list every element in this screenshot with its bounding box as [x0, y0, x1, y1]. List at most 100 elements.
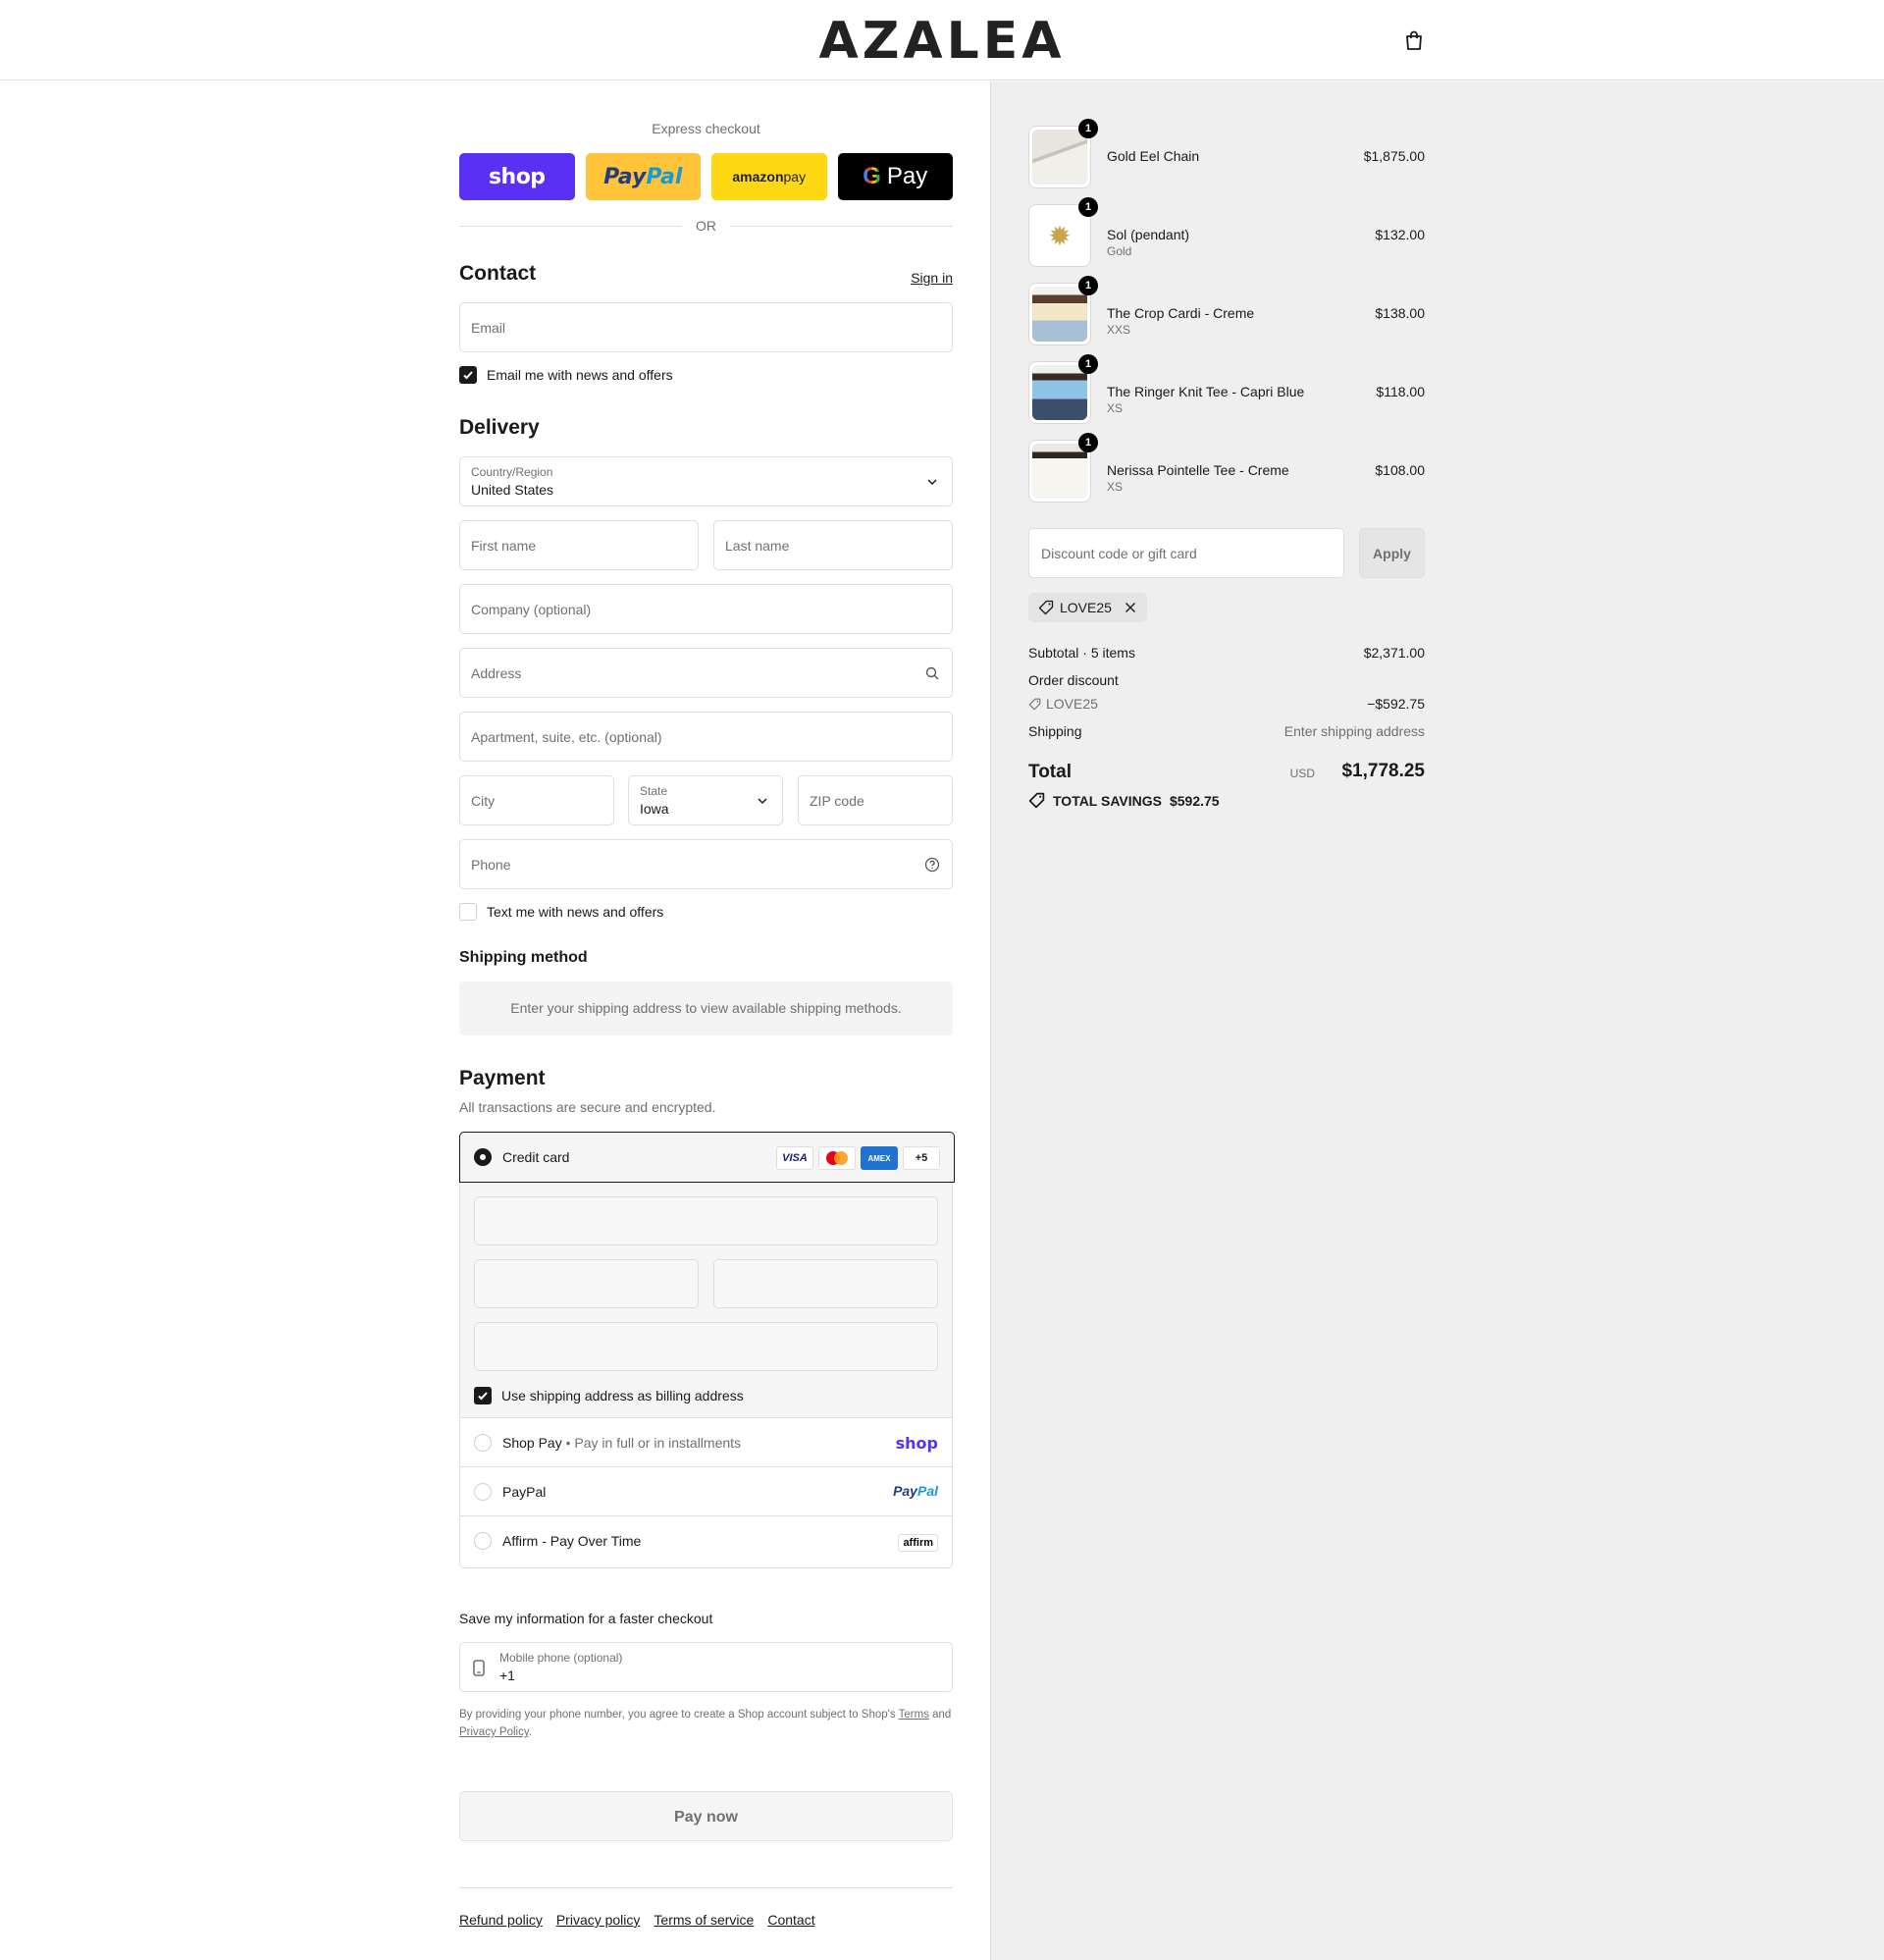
cart-item: 1 The Crop Cardi - Creme XXS $138.00 — [1028, 276, 1425, 345]
zip-field[interactable]: ZIP code — [798, 775, 953, 825]
apartment-field[interactable]: Apartment, suite, etc. (optional) — [459, 712, 953, 762]
state-select[interactable]: State Iowa — [628, 775, 783, 825]
mobile-phone-icon — [473, 1660, 485, 1676]
shipping-label: Shipping — [1028, 723, 1082, 739]
refund-policy-link[interactable]: Refund policy — [459, 1912, 543, 1928]
first-name-field[interactable]: First name — [459, 520, 699, 570]
sign-in-link[interactable]: Sign in — [911, 270, 953, 286]
privacy-policy-link[interactable]: Privacy Policy — [459, 1726, 529, 1738]
shop-pay-option-label: Shop Pay • Pay in full or in installment… — [502, 1435, 742, 1451]
help-circle-icon[interactable] — [924, 857, 940, 873]
amazon-pay-button[interactable]: amazon pay — [711, 153, 827, 200]
header: AZALEA — [0, 0, 1884, 80]
privacy-policy-footer-link[interactable]: Privacy policy — [556, 1912, 641, 1928]
credit-card-option[interactable]: Credit card VISA AMEX +5 — [459, 1132, 955, 1183]
paypal-option[interactable]: PayPal PayPal — [460, 1467, 952, 1516]
card-expiry-field[interactable] — [474, 1259, 699, 1308]
remove-discount-icon[interactable] — [1124, 601, 1137, 614]
shipping-method-heading: Shipping method — [459, 949, 588, 966]
phone-field[interactable]: Phone — [459, 839, 953, 889]
amazon-pay-label: pay — [783, 169, 807, 185]
item-name: Sol (pendant) — [1107, 227, 1190, 242]
email-opt-in-checkbox[interactable] — [459, 366, 477, 384]
fine-print-1: By providing your phone number, you agre… — [459, 1709, 899, 1721]
apply-discount-button[interactable]: Apply — [1359, 528, 1425, 578]
affirm-option[interactable]: Affirm - Pay Over Time affirm — [460, 1516, 952, 1565]
billing-same-row: Use shipping address as billing address — [474, 1387, 744, 1404]
subtotal-value: $2,371.00 — [1363, 645, 1425, 661]
sms-opt-in-checkbox[interactable] — [459, 903, 477, 921]
store-logo[interactable]: AZALEA — [0, 12, 1884, 71]
shop-pay-subtext: Pay in full or in installments — [574, 1435, 742, 1451]
cart-item: 1 Nerissa Pointelle Tee - Creme XS $108.… — [1028, 433, 1425, 503]
payment-heading: Payment — [459, 1067, 546, 1089]
affirm-option-label: Affirm - Pay Over Time — [502, 1533, 642, 1549]
discount-code-field[interactable]: Discount code or gift card — [1028, 528, 1344, 578]
paypal-logo-pay: Pay — [893, 1483, 917, 1499]
mobile-phone-field[interactable]: Mobile phone (optional) +1 — [459, 1642, 953, 1692]
terms-link[interactable]: Terms — [899, 1709, 929, 1721]
tag-icon — [1038, 600, 1054, 615]
subtotal-row: Subtotal · 5 items $2,371.00 — [1028, 645, 1425, 661]
order-discount-code-row: LOVE25 −$592.75 — [1028, 696, 1425, 712]
address-field[interactable]: Address — [459, 648, 953, 698]
pay-now-button[interactable]: Pay now — [459, 1791, 953, 1841]
applied-discount-chip: LOVE25 — [1028, 593, 1147, 622]
item-price: $108.00 — [1375, 462, 1425, 478]
city-placeholder: City — [471, 793, 496, 809]
terms-of-service-link[interactable]: Terms of service — [654, 1912, 754, 1928]
contact-link[interactable]: Contact — [767, 1912, 814, 1928]
contact-heading: Contact — [459, 262, 537, 285]
last-name-field[interactable]: Last name — [713, 520, 953, 570]
savings-tag-icon — [1028, 792, 1045, 809]
billing-same-label: Use shipping address as billing address — [501, 1388, 744, 1404]
card-cvv-field[interactable] — [713, 1259, 938, 1308]
company-field[interactable]: Company (optional) — [459, 584, 953, 634]
first-name-placeholder: First name — [471, 538, 537, 554]
card-name-field[interactable] — [474, 1322, 938, 1371]
company-placeholder: Company (optional) — [471, 602, 592, 617]
paypal-radio[interactable] — [474, 1483, 492, 1501]
or-text: OR — [696, 218, 716, 234]
shop-pay-button[interactable]: shop — [459, 153, 575, 200]
sms-opt-in-label: Text me with news and offers — [487, 904, 664, 920]
affirm-logo: affirm — [898, 1534, 938, 1552]
shop-terms-notice: By providing your phone number, you agre… — [459, 1706, 953, 1741]
item-variant: XS — [1107, 401, 1124, 415]
quantity-badge: 1 — [1078, 354, 1098, 374]
email-field[interactable]: Email — [459, 302, 953, 352]
card-brands: VISA AMEX +5 — [776, 1146, 940, 1170]
billing-same-checkbox[interactable] — [474, 1387, 492, 1404]
total-value: $1,778.25 — [1341, 761, 1425, 781]
product-image: 1 — [1028, 119, 1098, 188]
paypal-label-pal: Pal — [646, 164, 683, 189]
affirm-radio[interactable] — [474, 1532, 492, 1550]
cart-item: 1 Gold Eel Chain $1,875.00 — [1028, 119, 1425, 188]
country-label: Country/Region — [471, 465, 553, 479]
footer-divider — [459, 1887, 953, 1888]
city-field[interactable]: City — [459, 775, 614, 825]
discount-placeholder: Discount code or gift card — [1041, 546, 1197, 561]
tag-icon — [1028, 698, 1041, 710]
google-pay-button[interactable]: G Pay — [837, 153, 953, 200]
google-g-icon: G — [863, 163, 881, 189]
express-checkout-buttons: shop Pay Pal amazon pay G Pay — [459, 153, 953, 200]
shopping-bag-icon[interactable] — [1403, 29, 1425, 51]
mastercard-icon — [818, 1146, 856, 1170]
savings-value: $592.75 — [1169, 792, 1220, 809]
shop-pay-radio[interactable] — [474, 1434, 492, 1452]
amex-icon: AMEX — [861, 1146, 898, 1170]
applied-discount-code: LOVE25 — [1060, 600, 1112, 615]
save-info-heading: Save my information for a faster checkou… — [459, 1611, 713, 1626]
shop-pay-option[interactable]: Shop Pay • Pay in full or in installment… — [460, 1418, 952, 1467]
country-select[interactable]: Country/Region United States — [459, 456, 953, 506]
amazon-label: amazon — [732, 169, 784, 185]
credit-card-radio[interactable] — [474, 1148, 492, 1166]
mobile-phone-value: +1 — [499, 1668, 515, 1683]
card-number-field[interactable] — [474, 1196, 938, 1245]
paypal-button[interactable]: Pay Pal — [585, 153, 701, 200]
order-discount-label: Order discount — [1028, 672, 1119, 688]
quantity-badge: 1 — [1078, 433, 1098, 452]
express-checkout-title: Express checkout — [652, 121, 760, 136]
total-label: Total — [1028, 762, 1072, 782]
